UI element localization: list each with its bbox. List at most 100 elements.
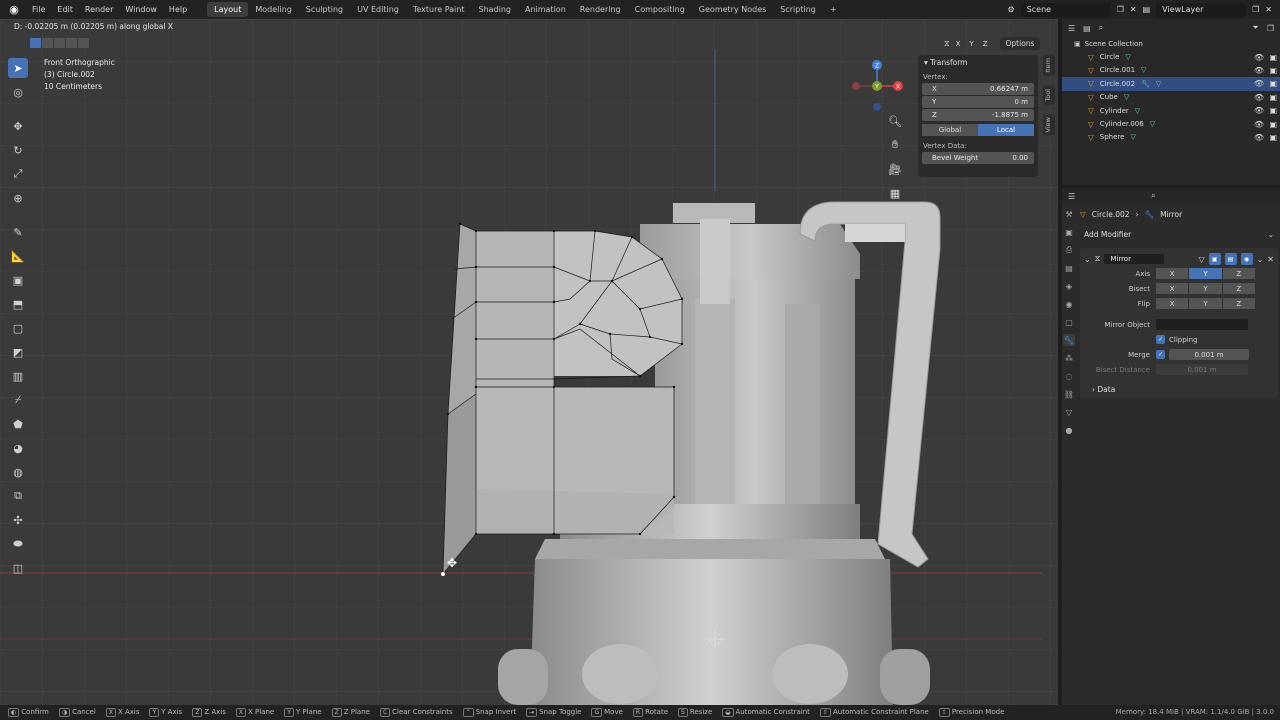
collapse-chevron-icon[interactable]: ⌄ bbox=[1084, 255, 1091, 264]
new-view-layer-icon[interactable]: ❐ bbox=[1252, 5, 1259, 14]
tab-animation[interactable]: Animation bbox=[518, 2, 573, 17]
modifier-tab-icon[interactable]: 🔧︎ bbox=[1063, 334, 1075, 346]
scene-icon[interactable]: ⚙ bbox=[1008, 5, 1015, 14]
flip-z-toggle[interactable]: Z bbox=[1222, 298, 1255, 309]
spin-tool-icon[interactable]: ◕ bbox=[8, 438, 28, 458]
modifier-menu-icon[interactable]: ⌄ bbox=[1257, 255, 1264, 264]
bisect-x-toggle[interactable]: X bbox=[1156, 283, 1189, 294]
properties-search-icon[interactable]: ⌕ bbox=[1151, 191, 1155, 201]
menu-edit[interactable]: Edit bbox=[51, 5, 79, 14]
output-tab-icon[interactable]: ⎙ bbox=[1063, 244, 1075, 256]
annotate-tool-icon[interactable]: ✎ bbox=[8, 222, 28, 242]
tab-scripting[interactable]: Scripting bbox=[773, 2, 823, 17]
data-subpanel[interactable]: › Data bbox=[1084, 385, 1274, 394]
select-extend-icon[interactable] bbox=[42, 38, 53, 48]
visibility-eye-icon[interactable]: 👁︎ bbox=[1254, 53, 1264, 62]
outliner-row-cylinder-006[interactable]: ▽ Cylinder.006 ▽ 👁︎ ▣ bbox=[1062, 117, 1280, 130]
tab-geometry-nodes[interactable]: Geometry Nodes bbox=[692, 2, 773, 17]
viewport-toggle-icon[interactable]: ▤ bbox=[1224, 253, 1237, 265]
local-toggle[interactable]: Local bbox=[978, 124, 1034, 136]
transform-panel-header[interactable]: ▾ Transform bbox=[918, 55, 1038, 70]
add-workspace-button[interactable]: + bbox=[823, 2, 844, 17]
editor-type-icon[interactable]: ☰ bbox=[1068, 24, 1075, 33]
add-cube-tool-icon[interactable]: ▣ bbox=[8, 270, 28, 290]
flip-x-toggle[interactable]: X bbox=[1156, 298, 1189, 309]
outliner-row-circle-001[interactable]: ▽ Circle.001 ▽ 👁︎ ▣ bbox=[1062, 64, 1280, 77]
navigation-gizmo[interactable]: X Y Z bbox=[850, 56, 910, 116]
mirror-object-field[interactable] bbox=[1156, 319, 1248, 330]
axis-x-toggle[interactable]: X bbox=[1156, 268, 1189, 279]
scale-tool-icon[interactable]: ⤢ bbox=[8, 164, 28, 184]
render-camera-icon[interactable]: ▣ bbox=[1269, 66, 1277, 75]
delete-view-layer-icon[interactable]: ✕ bbox=[1265, 5, 1272, 14]
render-camera-icon[interactable]: ▣ bbox=[1269, 93, 1277, 102]
tab-rendering[interactable]: Rendering bbox=[573, 2, 628, 17]
vertex-x-field[interactable]: X 0.66247 m bbox=[922, 83, 1034, 95]
bevel-weight-field[interactable]: Bevel Weight 0.00 bbox=[922, 152, 1034, 164]
poly-build-tool-icon[interactable]: ⬟ bbox=[8, 414, 28, 434]
view-layer-tab-icon[interactable]: ▤ bbox=[1063, 262, 1075, 274]
blender-logo-icon[interactable]: ◉ bbox=[6, 2, 22, 18]
rotate-tool-icon[interactable]: ↻ bbox=[8, 140, 28, 160]
smooth-tool-icon[interactable]: ◍ bbox=[8, 462, 28, 482]
options-dropdown[interactable]: Options bbox=[999, 37, 1041, 50]
select-invert-icon[interactable] bbox=[66, 38, 77, 48]
tab-uv-editing[interactable]: UV Editing bbox=[350, 2, 406, 17]
outliner-search-icon[interactable]: ⌕ bbox=[1099, 23, 1103, 33]
render-camera-icon[interactable]: ▣ bbox=[1269, 79, 1277, 88]
transform-tool-icon[interactable]: ⊕ bbox=[8, 188, 28, 208]
material-tab-icon[interactable]: ● bbox=[1063, 424, 1075, 436]
flip-y-toggle[interactable]: Y bbox=[1189, 298, 1222, 309]
outliner-row-circle[interactable]: ▽ Circle ▽ 👁︎ ▣ bbox=[1062, 50, 1280, 63]
display-mode-icon[interactable]: ▤ bbox=[1083, 24, 1091, 33]
tool-tab-icon[interactable]: ⚒ bbox=[1063, 208, 1075, 220]
inset-tool-icon[interactable]: ▢ bbox=[8, 318, 28, 338]
render-camera-icon[interactable]: ▣ bbox=[1269, 106, 1277, 115]
render-camera-icon[interactable]: ▣ bbox=[1269, 133, 1277, 142]
remove-modifier-icon[interactable]: ✕ bbox=[1267, 255, 1274, 264]
modifier-name-field[interactable]: Mirror bbox=[1104, 254, 1165, 264]
bisect-z-toggle[interactable]: Z bbox=[1222, 283, 1255, 294]
knife-tool-icon[interactable]: ⌿ bbox=[8, 390, 28, 410]
edge-slide-tool-icon[interactable]: ⧉ bbox=[8, 486, 28, 506]
visibility-eye-icon[interactable]: 👁︎ bbox=[1254, 66, 1264, 75]
select-new-icon[interactable] bbox=[30, 38, 41, 48]
tab-view[interactable]: View bbox=[1043, 114, 1055, 136]
delete-scene-icon[interactable]: ✕ bbox=[1130, 5, 1137, 14]
tab-layout[interactable]: Layout bbox=[207, 2, 249, 17]
visibility-eye-icon[interactable]: 👁︎ bbox=[1254, 93, 1264, 102]
tab-modeling[interactable]: Modeling bbox=[248, 2, 298, 17]
particles-tab-icon[interactable]: ⁂ bbox=[1063, 352, 1075, 364]
zoom-icon[interactable]: 🔍︎ bbox=[887, 113, 903, 129]
menu-help[interactable]: Help bbox=[163, 5, 193, 14]
new-collection-icon[interactable]: ❐ bbox=[1267, 24, 1274, 33]
extrude-tool-icon[interactable]: ⬒ bbox=[8, 294, 28, 314]
outliner-row-cube[interactable]: ▽ Cube ▽ 👁︎ ▣ bbox=[1062, 91, 1280, 104]
data-tab-icon[interactable]: ▽ bbox=[1063, 406, 1075, 418]
world-tab-icon[interactable]: ◉ bbox=[1063, 298, 1075, 310]
tab-tool[interactable]: Tool bbox=[1043, 85, 1055, 105]
mirror-axis-icon[interactable]: ⧖ bbox=[944, 39, 950, 49]
merge-distance-field[interactable]: 0.001 m bbox=[1169, 349, 1249, 360]
render-toggle-icon[interactable]: ◉ bbox=[1240, 253, 1253, 265]
menu-window[interactable]: Window bbox=[119, 5, 163, 14]
axis-z-toggle[interactable]: Z bbox=[1222, 268, 1255, 279]
pan-hand-icon[interactable]: ✋︎ bbox=[887, 137, 903, 153]
select-subtract-icon[interactable] bbox=[54, 38, 65, 48]
tab-compositing[interactable]: Compositing bbox=[628, 2, 692, 17]
render-camera-icon[interactable]: ▣ bbox=[1269, 120, 1277, 129]
shear-tool-icon[interactable]: ⬬ bbox=[8, 534, 28, 554]
render-camera-icon[interactable]: ▣ bbox=[1269, 53, 1277, 62]
loop-cut-tool-icon[interactable]: ▥ bbox=[8, 366, 28, 386]
menu-render[interactable]: Render bbox=[79, 5, 119, 14]
mirror-x-toggle[interactable]: X bbox=[953, 39, 964, 49]
view-layer-field[interactable]: ViewLayer bbox=[1156, 2, 1247, 17]
bevel-tool-icon[interactable]: ◩ bbox=[8, 342, 28, 362]
visibility-eye-icon[interactable]: 👁︎ bbox=[1254, 79, 1264, 88]
physics-tab-icon[interactable]: ◌ bbox=[1063, 370, 1075, 382]
bisect-y-toggle[interactable]: Y bbox=[1189, 283, 1222, 294]
menu-file[interactable]: File bbox=[26, 5, 51, 14]
select-box-tool-icon[interactable]: ➤ bbox=[8, 58, 28, 78]
tab-sculpting[interactable]: Sculpting bbox=[299, 2, 350, 17]
outliner-row-cylinder[interactable]: ▽ Cylinder ▽ 👁︎ ▣ bbox=[1062, 104, 1280, 117]
